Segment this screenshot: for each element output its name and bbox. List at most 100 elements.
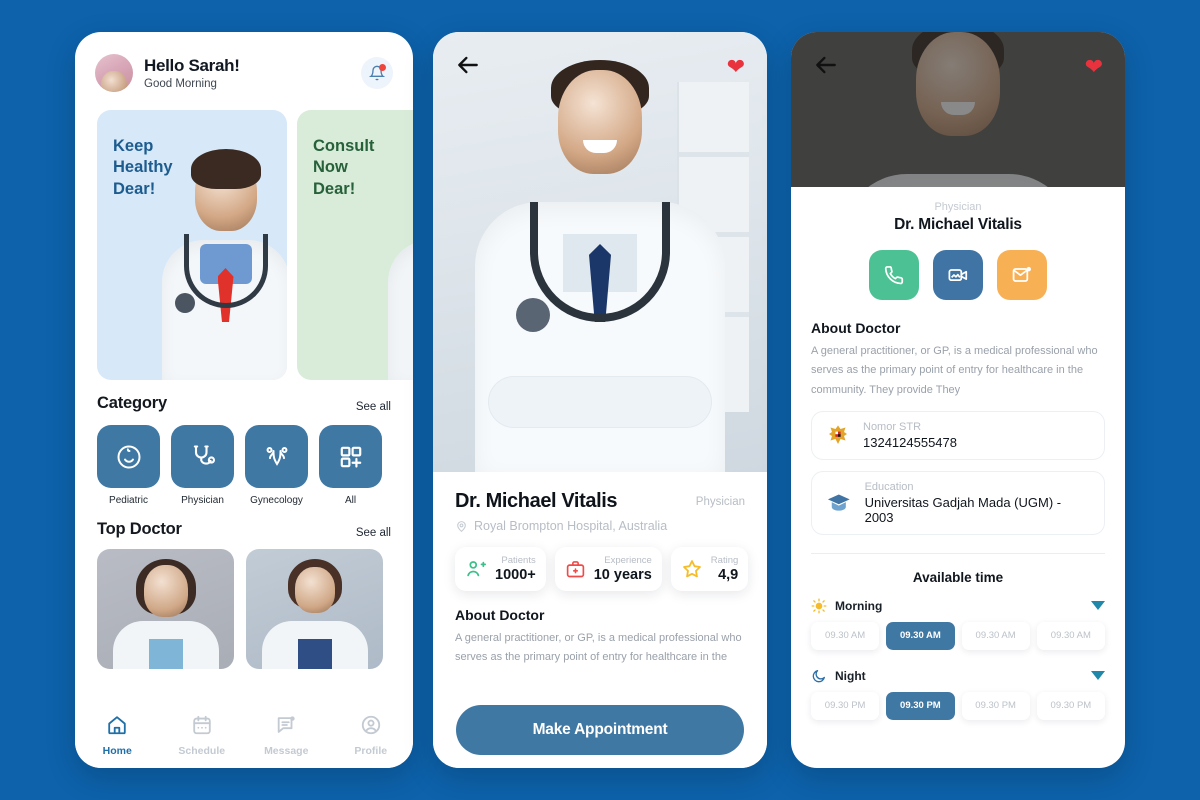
divider [811,552,1105,554]
time-slot[interactable]: 09.30 PM [1036,691,1105,720]
category-label: Gynecology [250,495,303,506]
stat-value: 4,9 [718,567,739,583]
doctor-hero-image-dim: ❤ [791,32,1125,187]
doctor-location: Royal Brompton Hospital, Australia [474,519,668,533]
doctor-info: Dr. Michael Vitalis Physician Royal Brom… [433,472,767,668]
bottom-navigation: Home Schedule Message Profile [75,698,413,768]
chevron-down-icon[interactable] [1091,671,1105,681]
about-section: About Doctor A general practitioner, or … [791,300,1125,535]
grid-plus-icon [340,446,361,468]
category-item-pediatric[interactable]: Pediatric [97,425,160,506]
notification-badge-dot [379,64,386,71]
tab-schedule[interactable]: Schedule [167,714,237,757]
avatar[interactable] [95,54,133,92]
back-arrow-icon [458,56,478,73]
promo-carousel[interactable]: Keep Healthy Dear! Consult Now Dear! [75,102,413,380]
category-see-all-link[interactable]: See all [356,401,391,413]
time-slot[interactable]: 09.30 AM [1036,621,1105,650]
profile-icon [361,715,380,734]
doctor-role: Physician [934,201,982,213]
tab-profile[interactable]: Profile [336,714,406,757]
cta-footer: Make Appointment [433,692,767,768]
info-card-value: Universitas Gadjah Mada (UGM) - 2003 [864,494,1062,525]
garuda-emblem-icon [829,425,847,445]
slot-group-label: Morning [835,598,883,613]
time-slot[interactable]: 09.30 PM [811,691,880,720]
phone-doctor-booking-screen: ❤ Physician Dr. Michael Vitalis About Do… [791,32,1125,768]
about-doctor-text: A general practitioner, or GP, is a medi… [455,632,742,664]
favorite-button[interactable]: ❤ [1085,56,1103,78]
patients-icon [467,561,487,577]
promo-text: Consult Now Dear! [313,137,375,198]
about-doctor-text: A general practitioner, or GP, is a medi… [811,345,1098,396]
favorite-button[interactable]: ❤ [727,56,745,78]
doctor-hero-image: ❤ [433,32,767,472]
info-card-label: Education [864,480,914,493]
stat-value: 10 years [593,567,652,583]
doctor-location-row: Royal Brompton Hospital, Australia [455,519,745,533]
greeting-subtitle: Good Morning [144,78,217,90]
greeting-block: Hello Sarah! Good Morning [144,56,240,90]
home-header: Hello Sarah! Good Morning [75,32,413,102]
doctor-stats: Patients 1000+ Experience 10 years Ratin… [455,547,749,591]
top-doctor-section-header: Top Doctor See all [75,506,413,539]
doctor-name-row: Dr. Michael Vitalis Physician [455,490,745,513]
doctor-card[interactable] [246,549,383,669]
category-item-physician[interactable]: Physician [171,425,234,506]
stat-label: Rating [710,555,739,566]
time-slot[interactable]: 09.30 AM [961,621,1030,650]
category-label: Physician [181,495,224,506]
tab-home[interactable]: Home [82,714,152,757]
calendar-icon [193,715,211,734]
stat-experience: Experience 10 years [554,547,662,591]
doctor-card[interactable] [97,549,234,669]
video-call-button[interactable] [933,250,983,300]
top-doctor-see-all-link[interactable]: See all [356,527,391,539]
chevron-down-icon[interactable] [1091,601,1105,611]
back-button[interactable] [813,52,839,83]
moon-icon [812,669,825,683]
stat-label: Patients [501,555,536,566]
promo-card[interactable]: Consult Now Dear! [297,110,413,380]
stat-label: Experience [604,555,652,566]
time-slot-selected[interactable]: 09.30 PM [886,691,955,720]
stat-rating: Rating 4,9 [670,547,749,591]
tab-label: Schedule [178,744,226,757]
message-button[interactable] [997,250,1047,300]
briefcase-medical-icon [566,560,584,577]
tab-label: Message [264,744,309,757]
back-button[interactable] [455,52,481,83]
stat-value: 1000+ [495,567,536,583]
category-item-gynecology[interactable]: Gynecology [245,425,308,506]
doctor-header: Physician Dr. Michael Vitalis [791,187,1125,234]
make-appointment-button[interactable]: Make Appointment [456,705,744,755]
stethoscope-icon [193,444,215,465]
slot-group-header-night[interactable]: Night [791,668,1125,684]
tab-label: Profile [354,744,388,757]
time-slot[interactable]: 09.30 AM [811,621,880,650]
time-slot[interactable]: 09.30 PM [961,691,1030,720]
video-camera-icon [948,269,968,282]
doctor-role: Physician [695,495,745,508]
category-label: Pediatric [109,495,148,506]
tab-message[interactable]: Message [251,714,321,757]
time-slot-selected[interactable]: 09.30 AM [886,621,955,650]
category-item-all[interactable]: All [319,425,382,506]
stat-patients: Patients 1000+ [455,547,546,591]
sun-icon [811,598,827,614]
info-card-label: Nomor STR [863,420,922,433]
star-icon [682,560,701,578]
category-label: All [344,495,357,506]
phone-doctor-detail-screen: ❤ Dr. Michael Vitalis Physician Royal Br… [433,32,767,768]
slot-group-header-morning[interactable]: Morning [791,598,1125,614]
promo-doctor-illustration [387,145,413,380]
info-card-nomor-str: Nomor STR 1324124555478 [811,410,1105,460]
promo-doctor-illustration [158,145,287,380]
available-time-title: Available time [912,569,1004,585]
call-button[interactable] [869,250,919,300]
graduation-cap-icon [827,494,850,511]
uterus-icon [266,446,287,466]
promo-card[interactable]: Keep Healthy Dear! [97,110,287,380]
category-section-header: Category See all [75,380,413,413]
notification-button[interactable] [361,57,393,89]
